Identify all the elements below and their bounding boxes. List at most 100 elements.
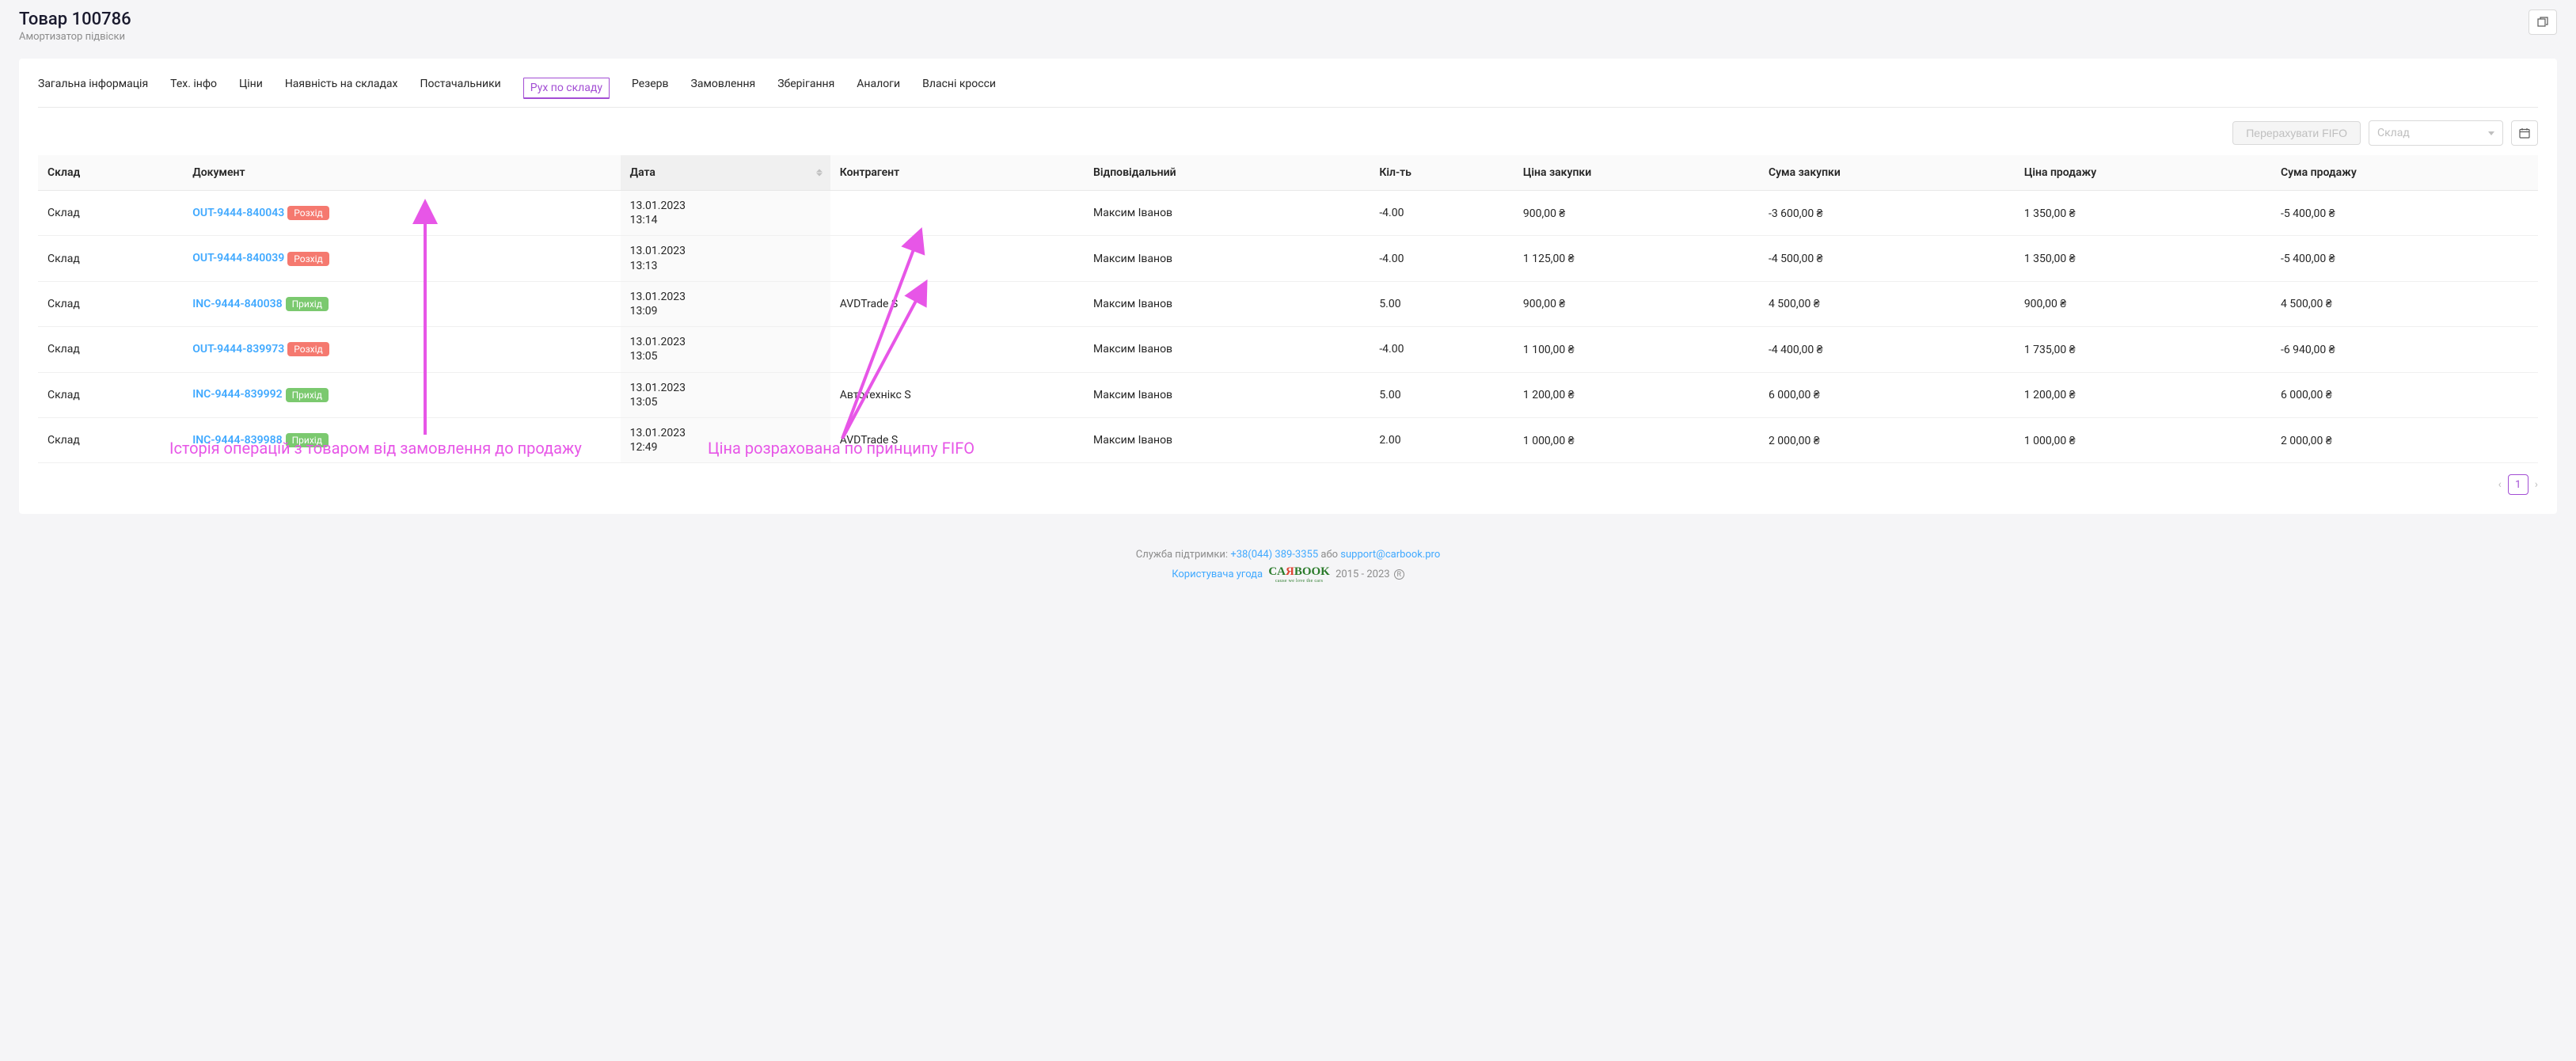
- cell-pprice: 1 200,00 ₴: [1514, 372, 1759, 417]
- cell-counterparty: AVDTrade S: [830, 281, 1084, 326]
- cell-sprice: 1 735,00 ₴: [2015, 327, 2271, 372]
- cell-pprice: 1 000,00 ₴: [1514, 417, 1759, 462]
- table-row: Склад INC-9444-839992 Прихід 13.01.202313:0…: [38, 372, 2538, 417]
- col-purchase-sum[interactable]: Сума закупки: [1759, 155, 2015, 191]
- cell-sprice: 900,00 ₴: [2015, 281, 2271, 326]
- expand-button[interactable]: [2529, 10, 2557, 35]
- tab-3[interactable]: Наявність на складах: [285, 78, 398, 107]
- tag-outgoing: Розхід: [287, 206, 329, 220]
- expand-icon: [2537, 17, 2548, 28]
- col-sale-sum[interactable]: Сума продажу: [2271, 155, 2538, 191]
- cell-responsible: Максим Іванов: [1084, 236, 1370, 281]
- col-document[interactable]: Документ: [183, 155, 620, 191]
- document-link[interactable]: OUT-9444-840043: [192, 207, 284, 219]
- footer-support-label: Служба підтримки:: [1136, 549, 1231, 561]
- cell-psum: 2 000,00 ₴: [1759, 417, 2015, 462]
- document-link[interactable]: OUT-9444-840039: [192, 252, 284, 264]
- tab-8[interactable]: Зберігання: [777, 78, 834, 107]
- cell-counterparty: [830, 191, 1084, 236]
- tab-7[interactable]: Замовлення: [691, 78, 756, 107]
- col-responsible[interactable]: Відповідальний: [1084, 155, 1370, 191]
- cell-psum: 6 000,00 ₴: [1759, 372, 2015, 417]
- footer-phone-link[interactable]: +38(044) 389-3355: [1230, 549, 1318, 561]
- page-prev[interactable]: ‹: [2498, 478, 2502, 491]
- cell-psum: -4 400,00 ₴: [1759, 327, 2015, 372]
- tag-outgoing: Розхід: [287, 342, 329, 356]
- cell-warehouse: Склад: [38, 372, 183, 417]
- footer-agreement-link[interactable]: Користувача угода: [1172, 569, 1263, 580]
- footer-support: Служба підтримки: +38(044) 389-3355 або …: [0, 549, 2576, 561]
- tab-0[interactable]: Загальна інформація: [38, 78, 148, 107]
- cell-date: 13.01.202313:13: [621, 236, 830, 281]
- cell-ssum: 2 000,00 ₴: [2271, 417, 2538, 462]
- cell-ssum: 6 000,00 ₴: [2271, 372, 2538, 417]
- tab-1[interactable]: Тех. інфо: [170, 78, 217, 107]
- cell-psum: 4 500,00 ₴: [1759, 281, 2015, 326]
- tag-incoming: Прихід: [286, 388, 329, 402]
- col-date[interactable]: Дата: [621, 155, 830, 191]
- col-date-label: Дата: [630, 166, 655, 179]
- calendar-icon: [2519, 127, 2530, 139]
- cell-qty: -4.00: [1370, 327, 1514, 372]
- cell-sprice: 1 200,00 ₴: [2015, 372, 2271, 417]
- tabs: Загальна інформація Тех. інфо Ціни Наявніст…: [38, 78, 2538, 108]
- recalc-fifo-button[interactable]: Перерахувати FIFO: [2232, 121, 2361, 145]
- cell-psum: -4 500,00 ₴: [1759, 236, 2015, 281]
- tab-6[interactable]: Резерв: [632, 78, 669, 107]
- footer-or: або: [1320, 549, 1340, 561]
- col-sale-price[interactable]: Ціна продажу: [2015, 155, 2271, 191]
- cell-responsible: Максим Іванов: [1084, 327, 1370, 372]
- footer-email-link[interactable]: support@carbook.pro: [1340, 549, 1440, 561]
- footer-line2: Користувача угода CAЯBOOK cause we love …: [0, 565, 2576, 584]
- cell-responsible: Максим Іванов: [1084, 281, 1370, 326]
- document-link[interactable]: INC-9444-839988: [192, 434, 282, 447]
- footer-years: 2015 - 2023: [1335, 569, 1392, 580]
- col-warehouse[interactable]: Склад: [38, 155, 183, 191]
- page-1[interactable]: 1: [2508, 474, 2529, 495]
- table-header-row: Склад Документ Дата Контрагент Відповіда…: [38, 155, 2538, 191]
- document-link[interactable]: OUT-9444-839973: [192, 343, 284, 356]
- movements-table: Склад Документ Дата Контрагент Відповіда…: [38, 155, 2538, 463]
- tab-4[interactable]: Постачальники: [420, 78, 501, 107]
- document-link[interactable]: INC-9444-840038: [192, 298, 282, 310]
- document-link[interactable]: INC-9444-839992: [192, 388, 282, 401]
- tab-9[interactable]: Аналоги: [857, 78, 900, 107]
- tab-10[interactable]: Власні кросси: [922, 78, 996, 107]
- cell-document: OUT-9444-839973Розхід: [183, 327, 620, 372]
- cell-document: OUT-9444-840043Розхід: [183, 191, 620, 236]
- footer: Служба підтримки: +38(044) 389-3355 або …: [0, 533, 2576, 607]
- cell-qty: 2.00: [1370, 417, 1514, 462]
- tab-2[interactable]: Ціни: [239, 78, 263, 107]
- cell-date: 13.01.202313:05: [621, 372, 830, 417]
- page-header: Товар 100786 Амортизатор підвіски: [0, 0, 2576, 52]
- cell-counterparty: [830, 327, 1084, 372]
- cell-counterparty: [830, 236, 1084, 281]
- warehouse-select[interactable]: Склад: [2369, 120, 2503, 146]
- cell-qty: -4.00: [1370, 191, 1514, 236]
- table-row: СкладOUT-9444-840039Розхід13.01.202313:1…: [38, 236, 2538, 281]
- col-purchase-price[interactable]: Ціна закупки: [1514, 155, 1759, 191]
- col-qty[interactable]: Кіл-ть: [1370, 155, 1514, 191]
- warehouse-placeholder: Склад: [2377, 127, 2410, 139]
- cell-date: 13.01.202313:09: [621, 281, 830, 326]
- main-panel: Загальна інформація Тех. інфо Ціни Наявніст…: [19, 59, 2557, 514]
- tab-5[interactable]: Рух по складу: [523, 78, 610, 99]
- tag-outgoing: Розхід: [287, 252, 329, 266]
- sort-icon: [816, 169, 823, 177]
- col-counterparty[interactable]: Контрагент: [830, 155, 1084, 191]
- tag-incoming: Прихід: [286, 433, 329, 447]
- cell-qty: 5.00: [1370, 281, 1514, 326]
- header-titles: Товар 100786 Амортизатор підвіски: [19, 10, 131, 43]
- cell-ssum: 4 500,00 ₴: [2271, 281, 2538, 326]
- cell-sprice: 1 000,00 ₴: [2015, 417, 2271, 462]
- cell-pprice: 900,00 ₴: [1514, 191, 1759, 236]
- cell-sprice: 1 350,00 ₴: [2015, 236, 2271, 281]
- table-row: СкладOUT-9444-840043Розхід13.01.202313:1…: [38, 191, 2538, 236]
- toolbar: Перерахувати FIFO Склад: [38, 120, 2538, 146]
- date-picker-button[interactable]: [2511, 120, 2538, 146]
- cell-responsible: Максим Іванов: [1084, 191, 1370, 236]
- table-row: СкладOUT-9444-839973Розхід13.01.202313:0…: [38, 327, 2538, 372]
- page-next[interactable]: ›: [2535, 478, 2538, 491]
- cell-document: INC-9444-839988 Прихід: [183, 417, 620, 462]
- cell-document: OUT-9444-840039Розхід: [183, 236, 620, 281]
